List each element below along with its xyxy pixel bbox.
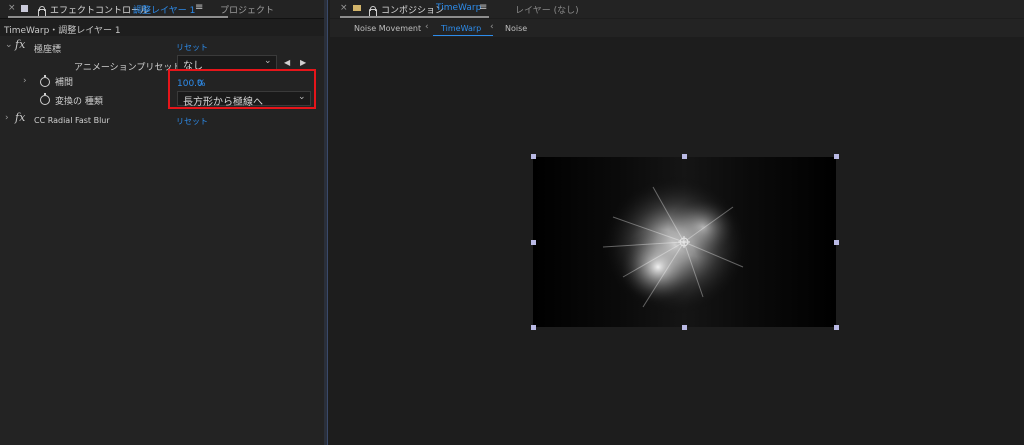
preset-dropdown[interactable]: なし ⌄: [177, 55, 277, 72]
panel-menu-icon[interactable]: ≡: [195, 2, 203, 13]
chevron-left-icon: ‹: [425, 22, 429, 32]
close-panel-icon[interactable]: ×: [8, 3, 16, 13]
tab-comp-name[interactable]: TimeWarp: [436, 3, 481, 13]
chevron-down-icon: ⌄: [264, 56, 272, 66]
effect-name-polar[interactable]: 極座標: [34, 42, 61, 55]
transform-handle[interactable]: [834, 325, 839, 330]
close-panel-icon[interactable]: ×: [340, 3, 348, 13]
render-image: [533, 157, 836, 327]
transform-handle[interactable]: [834, 154, 839, 159]
transform-handle[interactable]: [531, 240, 536, 245]
transform-handle[interactable]: [682, 154, 687, 159]
stopwatch-icon[interactable]: [40, 93, 50, 105]
transform-handle[interactable]: [682, 325, 687, 330]
stopwatch-icon[interactable]: [40, 75, 50, 87]
tab-composition[interactable]: コンポジション: [381, 3, 444, 16]
tab-project[interactable]: プロジェクト: [220, 3, 274, 16]
tab-layer[interactable]: レイヤー (なし): [515, 3, 579, 16]
chevron-right-icon[interactable]: ›: [23, 76, 27, 86]
comp-tab-noise-movement[interactable]: Noise Movement: [354, 24, 421, 33]
panel-border: [327, 0, 328, 445]
panel-menu-icon[interactable]: ≡: [479, 2, 487, 13]
composition-canvas[interactable]: [533, 157, 836, 327]
highlight-box: [168, 69, 316, 109]
active-comp-tab-underline: [433, 35, 493, 36]
fx-icon[interactable]: fx: [15, 38, 25, 51]
breadcrumb: TimeWarp・調整レイヤー 1: [4, 26, 121, 36]
comp-tab-timewarp[interactable]: TimeWarp: [441, 24, 481, 33]
chevron-right-icon[interactable]: ›: [5, 113, 9, 123]
effect-name-radial[interactable]: CC Radial Fast Blur: [34, 116, 110, 125]
fx-icon[interactable]: fx: [15, 111, 25, 124]
transform-handle[interactable]: [531, 154, 536, 159]
composition-icon: [353, 5, 361, 11]
transform-handle[interactable]: [531, 325, 536, 330]
interp-label: 補間: [55, 78, 74, 88]
reset-link-radial[interactable]: リセット: [176, 116, 208, 127]
transform-handle[interactable]: [834, 240, 839, 245]
tab-layer-name[interactable]: 調整レイヤー 1: [133, 3, 195, 16]
chevron-down-icon[interactable]: ⌄: [5, 40, 13, 50]
conversion-label: 変換の 種類: [55, 97, 103, 107]
panel-icon: [21, 5, 28, 12]
active-tab-underline: [340, 16, 489, 18]
next-preset-button[interactable]: ▶: [300, 58, 306, 67]
prev-preset-button[interactable]: ◀: [284, 58, 290, 67]
reset-link-polar[interactable]: リセット: [176, 42, 208, 53]
chevron-left-icon: ‹: [490, 22, 494, 32]
comp-tab-noise[interactable]: Noise: [505, 24, 527, 33]
